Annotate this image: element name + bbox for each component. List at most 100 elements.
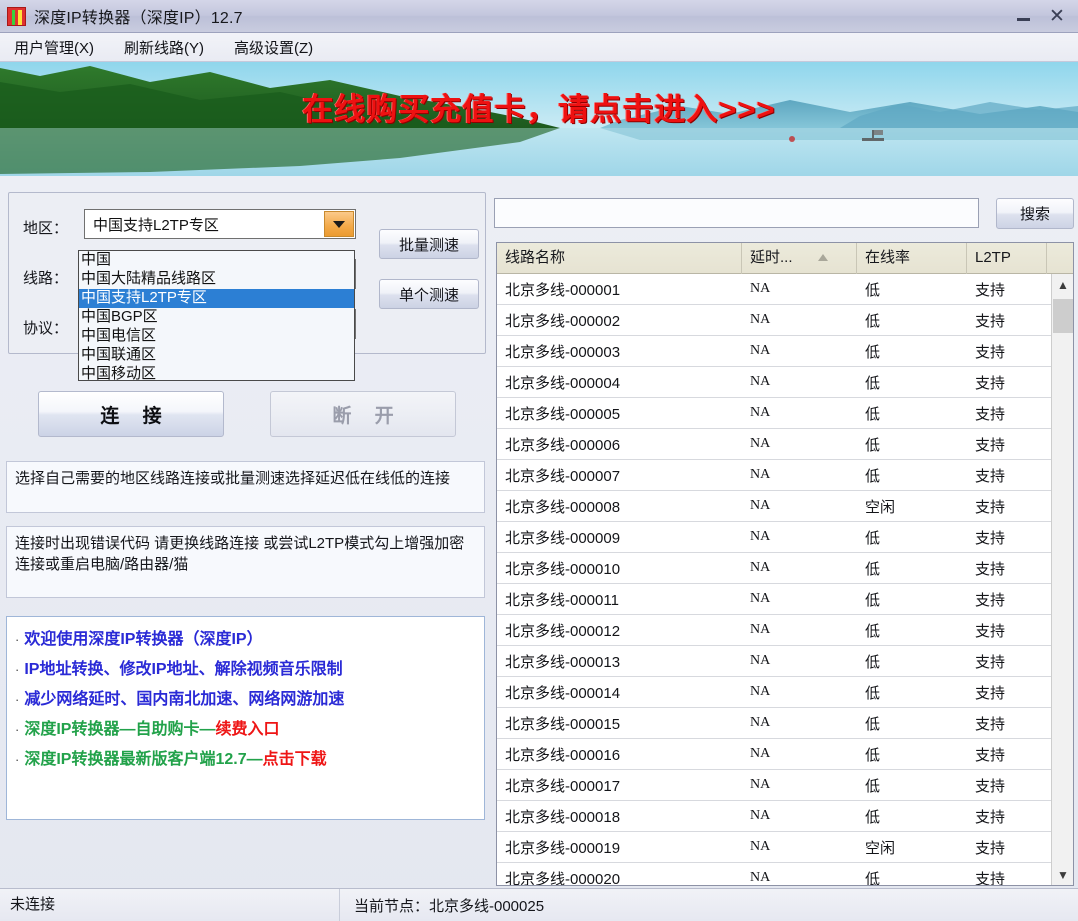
title-bar: 深度IP转换器（深度IP）12.7 ✕ <box>0 0 1078 33</box>
list-item[interactable]: · IP地址转换、修改IP地址、解除视频音乐限制 <box>15 655 478 685</box>
table-body: 北京多线-000001 NA 低支持 北京多线-000002 NA 低支持 北京多线-000… <box>497 274 1052 886</box>
cell-latency: NA <box>750 560 771 575</box>
table-row[interactable]: 北京多线-000012 NA 低 支持 <box>497 615 1052 646</box>
dropdown-option[interactable]: 中国电信区 <box>79 327 354 346</box>
list-item[interactable]: · 欢迎使用深度IP转换器（深度IP） <box>15 625 478 655</box>
search-button[interactable]: 搜索 <box>996 198 1074 229</box>
table-row[interactable]: 北京多线-000014 NA 低 支持 <box>497 677 1052 708</box>
cell-online-rate: 低 <box>865 777 881 795</box>
table-row[interactable]: 北京多线-000013 NA 低 支持 <box>497 646 1052 677</box>
dropdown-option[interactable]: 中国联通区 <box>79 346 354 365</box>
chevron-down-icon[interactable]: ▼ <box>1052 864 1073 885</box>
cell-latency: NA <box>750 622 771 637</box>
table-row[interactable]: 北京多线-000009 NA 低 支持 <box>497 522 1052 553</box>
cell-latency: NA <box>750 312 771 327</box>
cell-online-rate: 低 <box>865 436 881 454</box>
banner-text[interactable]: 在线购买充值卡，请点击进入>>> <box>0 62 1078 176</box>
table-row[interactable]: 北京多线-000010 NA 低 支持 <box>497 553 1052 584</box>
minimize-icon <box>1016 18 1030 21</box>
cell-l2tp: 支持 <box>975 715 1006 733</box>
scrollbar-thumb[interactable] <box>1053 299 1073 333</box>
table-row[interactable]: 北京多线-000006 NA 低 支持 <box>497 429 1052 460</box>
column-header-latency[interactable]: 延时... <box>742 243 857 274</box>
cell-line-name: 北京多线-000008 <box>505 498 621 516</box>
close-button[interactable]: ✕ <box>1040 2 1074 32</box>
list-item[interactable]: · 减少网络延时、国内南北加速、网络网游加速 <box>15 685 478 715</box>
column-header-spacer <box>1047 243 1073 274</box>
cell-latency: NA <box>750 870 771 885</box>
promo-banner[interactable]: 在线购买充值卡，请点击进入>>> <box>0 62 1078 176</box>
table-row[interactable]: 北京多线-000003 NA 低 支持 <box>497 336 1052 367</box>
cell-line-name: 北京多线-000003 <box>505 343 621 361</box>
renew-link[interactable]: 续费入口 <box>215 721 279 738</box>
announcement-list: · 欢迎使用深度IP转换器（深度IP） · IP地址转换、修改IP地址、解除视频音乐… <box>6 616 485 820</box>
cell-online-rate: 空闲 <box>865 839 896 857</box>
table-row[interactable]: 北京多线-000016 NA 低 支持 <box>497 739 1052 770</box>
table-row[interactable]: 北京多线-000017 NA 低 支持 <box>497 770 1052 801</box>
cell-online-rate: 低 <box>865 343 881 361</box>
region-dropdown-list[interactable]: 中国 中国大陆精品线路区 中国支持L2TP专区 中国BGP区 中国电信区 中国联… <box>78 250 355 381</box>
cell-online-rate: 低 <box>865 560 881 578</box>
table-row[interactable]: 北京多线-000004 NA 低 支持 <box>497 367 1052 398</box>
cell-l2tp: 支持 <box>975 746 1006 764</box>
cell-online-rate: 低 <box>865 870 881 886</box>
announcement-text: 减少网络延时、国内南北加速、网络网游加速 <box>24 691 345 708</box>
menu-item-refresh-lines[interactable]: 刷新线路(Y) <box>120 34 216 61</box>
table-row[interactable]: 北京多线-000020 NA 低 支持 <box>497 863 1052 886</box>
table-row[interactable]: 北京多线-000015 NA 低 支持 <box>497 708 1052 739</box>
table-scrollbar[interactable]: ▲ ▼ <box>1051 274 1073 885</box>
cell-line-name: 北京多线-000010 <box>505 560 621 578</box>
cell-l2tp: 支持 <box>975 343 1006 361</box>
dropdown-option-selected[interactable]: 中国支持L2TP专区 <box>79 289 354 308</box>
cell-latency: NA <box>750 436 771 451</box>
column-header-line-name[interactable]: 线路名称 <box>497 243 742 274</box>
table-row[interactable]: 北京多线-000005 NA 低 支持 <box>497 398 1052 429</box>
cell-l2tp: 支持 <box>975 653 1006 671</box>
batch-speed-test-button[interactable]: 批量测速 <box>379 229 479 259</box>
cell-l2tp: 支持 <box>975 777 1006 795</box>
table-row[interactable]: 北京多线-000018 NA 低 支持 <box>497 801 1052 832</box>
table-row[interactable]: 北京多线-000007 NA 低 支持 <box>497 460 1052 491</box>
dropdown-option[interactable]: 中国移动区 <box>79 365 354 380</box>
connect-button[interactable]: 连 接 <box>38 391 224 437</box>
list-item[interactable]: · 深度IP转换器最新版客户端12.7—点击下载 <box>15 745 478 775</box>
table-row[interactable]: 北京多线-000011 NA 低 支持 <box>497 584 1052 615</box>
table-row[interactable]: 北京多线-000001 NA 低 支持 <box>497 274 1052 305</box>
cell-online-rate: 低 <box>865 808 881 826</box>
search-input[interactable] <box>494 198 979 228</box>
list-item[interactable]: · 深度IP转换器—自助购卡—续费入口 <box>15 715 478 745</box>
dropdown-option[interactable]: 中国 <box>79 251 354 270</box>
download-link[interactable]: 点击下载 <box>263 751 327 768</box>
column-header-l2tp[interactable]: L2TP <box>967 243 1047 274</box>
menu-item-advanced-settings[interactable]: 高级设置(Z) <box>230 34 325 61</box>
chevron-down-icon[interactable] <box>324 211 354 237</box>
announcement-text: 深度IP转换器—自助购卡— <box>24 721 216 738</box>
cell-line-name: 北京多线-000011 <box>505 591 619 609</box>
cell-l2tp: 支持 <box>975 498 1006 516</box>
cell-line-name: 北京多线-000009 <box>505 529 621 547</box>
bullet-icon: · <box>15 752 20 767</box>
cell-latency: NA <box>750 374 771 389</box>
table-row[interactable]: 北京多线-000019 NA 空闲 支持 <box>497 832 1052 863</box>
table-row[interactable]: 北京多线-000002 NA 低 支持 <box>497 305 1052 336</box>
region-combobox[interactable]: 中国支持L2TP专区 <box>84 209 356 239</box>
dropdown-option[interactable]: 中国大陆精品线路区 <box>79 270 354 289</box>
sort-ascending-icon <box>818 253 828 261</box>
cell-l2tp: 支持 <box>975 870 1006 886</box>
cell-online-rate: 低 <box>865 591 881 609</box>
column-header-online-rate[interactable]: 在线率 <box>857 243 967 274</box>
cell-latency: NA <box>750 653 771 668</box>
cell-line-name: 北京多线-000012 <box>505 622 621 640</box>
single-speed-test-button[interactable]: 单个测速 <box>379 279 479 309</box>
cell-l2tp: 支持 <box>975 684 1006 702</box>
table-row[interactable]: 北京多线-000008 NA 空闲 支持 <box>497 491 1052 522</box>
bullet-icon: · <box>15 692 20 707</box>
window-title: 深度IP转换器（深度IP）12.7 <box>34 10 243 27</box>
line-list-table: 线路名称 延时... 在线率 L2TP 北京多线-000001 NA 低支持 北京多线… <box>496 242 1074 886</box>
cell-latency: NA <box>750 343 771 358</box>
menu-item-user-management[interactable]: 用户管理(X) <box>10 34 106 61</box>
dropdown-option[interactable]: 中国BGP区 <box>79 308 354 327</box>
minimize-button[interactable] <box>1006 2 1040 32</box>
cell-line-name: 北京多线-000016 <box>505 746 621 764</box>
chevron-up-icon[interactable]: ▲ <box>1052 274 1073 296</box>
